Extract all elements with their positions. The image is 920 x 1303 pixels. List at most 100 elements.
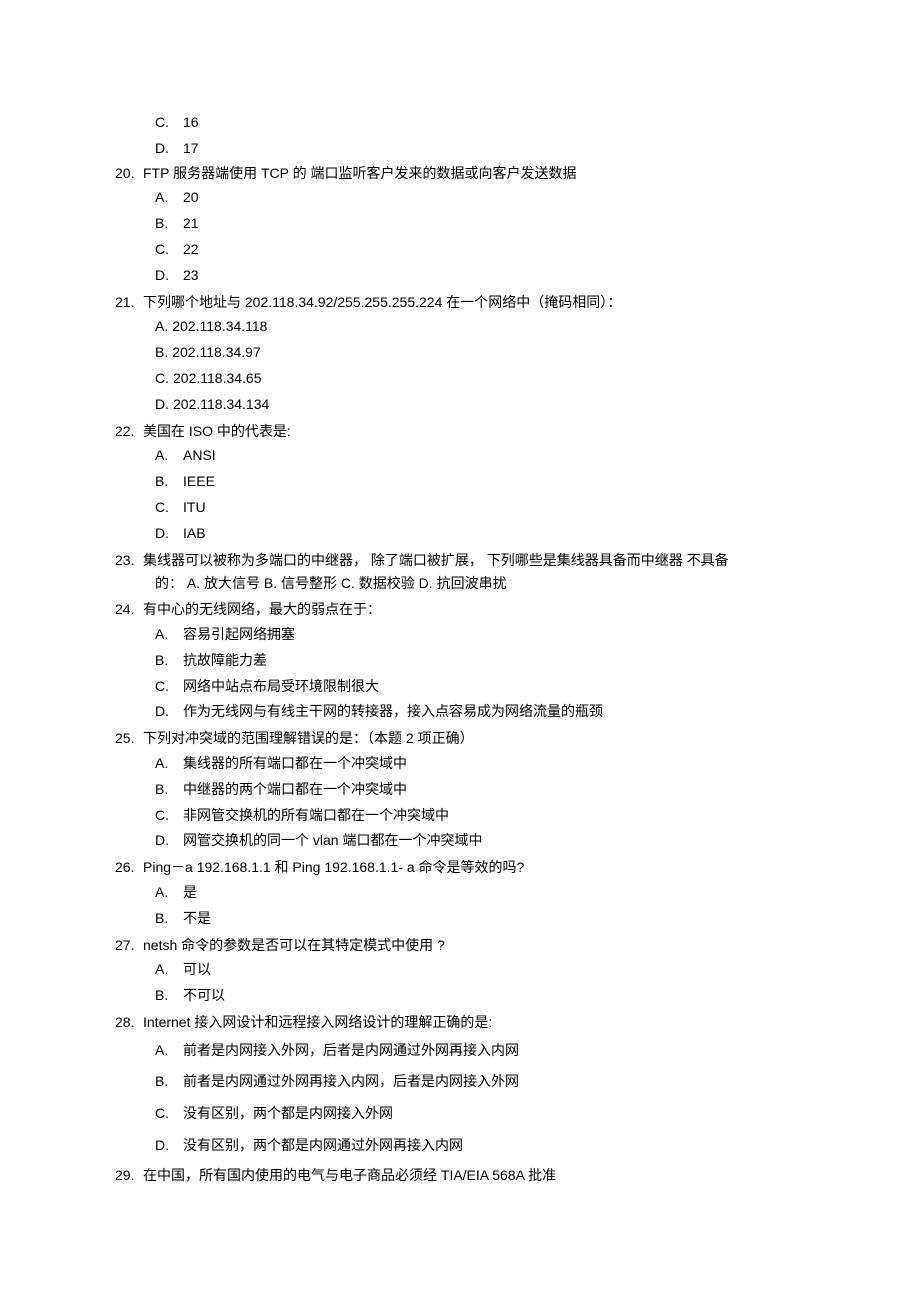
question-text: Ping－a 192.168.1.1 和 Ping 192.168.1.1- a…: [143, 856, 845, 880]
option: C.非网管交换机的所有端口都在一个冲突域中: [155, 803, 845, 829]
option-label: D.: [155, 264, 183, 288]
option-label: A.: [155, 186, 183, 210]
option: D.23: [155, 263, 845, 289]
option: B.前者是内网通过外网再接入内网，后者是内网接入外网: [155, 1066, 845, 1098]
option-label: A.: [155, 444, 183, 468]
option: D.网管交换机的同一个 vlan 端口都在一个冲突域中: [155, 828, 845, 854]
question-text: 有中心的无线网络，最大的弱点在于：: [143, 598, 845, 622]
option: B.不是: [155, 906, 845, 932]
option: C.没有区别，两个都是内网接入外网: [155, 1098, 845, 1130]
question: 22.美国在 ISO 中的代表是:A.ANSIB.IEEEC.ITUD.IAB: [115, 420, 845, 547]
option: D.17: [155, 136, 845, 162]
option-label: A.: [155, 623, 183, 647]
question: 27.netsh 命令的参数是否可以在其特定模式中使用 ?A.可以B.不可以: [115, 934, 845, 1009]
question-number: 27.: [115, 934, 143, 958]
option-text: 没有区别，两个都是内网通过外网再接入内网: [183, 1134, 845, 1158]
option-label: B.: [155, 341, 168, 365]
option: B.抗故障能力差: [155, 648, 845, 674]
option-text: 202.118.34.97: [172, 341, 845, 365]
options: A.20B.21C.22D.23: [115, 185, 845, 288]
question-line: 20.FTP 服务器端使用 TCP 的 端口监听客户发来的数据或向客户发送数据: [115, 162, 845, 186]
question-text: 美国在 ISO 中的代表是:: [143, 420, 845, 444]
question-line: 24.有中心的无线网络，最大的弱点在于：: [115, 598, 845, 622]
options: A.可以B.不可以: [115, 957, 845, 1009]
option-label: A.: [155, 1039, 183, 1063]
option-text: 集线器的所有端口都在一个冲突域中: [183, 752, 845, 776]
option-label: B.: [155, 212, 183, 236]
question-text: netsh 命令的参数是否可以在其特定模式中使用 ?: [143, 934, 845, 958]
option-label: A.: [155, 881, 183, 905]
option-label: D.: [155, 522, 183, 546]
question-text: 在中国，所有国内使用的电气与电子商品必须经 TIA/EIA 568A 批准: [143, 1164, 845, 1188]
option-label: A.: [155, 752, 183, 776]
question-line: 29.在中国，所有国内使用的电气与电子商品必须经 TIA/EIA 568A 批准: [115, 1164, 845, 1188]
option: D.没有区别，两个都是内网通过外网再接入内网: [155, 1130, 845, 1162]
question: 25.下列对冲突域的范围理解错误的是：（本题 2 项正确）A.集线器的所有端口都…: [115, 727, 845, 854]
option: A.集线器的所有端口都在一个冲突域中: [155, 751, 845, 777]
option-text: ITU: [183, 496, 845, 520]
option-text: 没有区别，两个都是内网接入外网: [183, 1102, 845, 1126]
question-line: 28.Internet 接入网设计和远程接入网络设计的理解正确的是:: [115, 1011, 845, 1035]
option: A.ANSI: [155, 443, 845, 469]
option: A.容易引起网络拥塞: [155, 622, 845, 648]
option: D.202.118.34.134: [155, 392, 845, 418]
question: 21.下列哪个地址与 202.118.34.92/255.255.255.224…: [115, 291, 845, 418]
option-label: B.: [155, 1070, 183, 1094]
question-number: 29.: [115, 1164, 143, 1188]
question-number: 24.: [115, 598, 143, 622]
option: B.21: [155, 211, 845, 237]
option: C.22: [155, 237, 845, 263]
option: C.ITU: [155, 495, 845, 521]
option-text: 抗故障能力差: [183, 649, 845, 673]
option-text: 中继器的两个端口都在一个冲突域中: [183, 778, 845, 802]
option-text: 网络中站点布局受环境限制很大: [183, 675, 845, 699]
option-label: B.: [155, 907, 183, 931]
option-text: 非网管交换机的所有端口都在一个冲突域中: [183, 804, 845, 828]
option-text: 可以: [183, 958, 845, 982]
option-label: B.: [155, 649, 183, 673]
option-text: 不是: [183, 907, 845, 931]
question-line: 21.下列哪个地址与 202.118.34.92/255.255.255.224…: [115, 291, 845, 315]
option: C.202.118.34.65: [155, 366, 845, 392]
question-number: 26.: [115, 856, 143, 880]
option-text: 21: [183, 212, 845, 236]
option-label: C.: [155, 111, 183, 135]
option-text: IAB: [183, 522, 845, 546]
option: A.202.118.34.118: [155, 314, 845, 340]
option-label: C.: [155, 238, 183, 262]
option-text: 容易引起网络拥塞: [183, 623, 845, 647]
option-text: 网管交换机的同一个 vlan 端口都在一个冲突域中: [183, 829, 845, 853]
options: A.容易引起网络拥塞B.抗故障能力差C.网络中站点布局受环境限制很大D.作为无线…: [115, 622, 845, 725]
question: 20.FTP 服务器端使用 TCP 的 端口监听客户发来的数据或向客户发送数据A…: [115, 162, 845, 289]
question-line: 22.美国在 ISO 中的代表是:: [115, 420, 845, 444]
option-text: 17: [183, 137, 845, 161]
option-label: B.: [155, 470, 183, 494]
option-text: 16: [183, 111, 845, 135]
option-label: D.: [155, 137, 183, 161]
question-text: Internet 接入网设计和远程接入网络设计的理解正确的是:: [143, 1011, 845, 1035]
option-text: 202.118.34.65: [173, 367, 845, 391]
options: A.前者是内网接入外网，后者是内网通过外网再接入内网B.前者是内网通过外网再接入…: [115, 1035, 845, 1162]
option-label: C.: [155, 496, 183, 520]
option-label: D.: [155, 829, 183, 853]
question: 23.集线器可以被称为多端口的中继器， 除了端口被扩展， 下列哪些是集线器具备而…: [115, 549, 845, 597]
option-text: 23: [183, 264, 845, 288]
question: 29.在中国，所有国内使用的电气与电子商品必须经 TIA/EIA 568A 批准: [115, 1164, 845, 1188]
option-text: 是: [183, 881, 845, 905]
option-label: C.: [155, 1102, 183, 1126]
option: B.中继器的两个端口都在一个冲突域中: [155, 777, 845, 803]
option: A.前者是内网接入外网，后者是内网通过外网再接入内网: [155, 1035, 845, 1067]
option-label: D.: [155, 1134, 183, 1158]
option-label: C.: [155, 367, 169, 391]
question-number: 23.: [115, 549, 143, 573]
option-label: D.: [155, 700, 183, 724]
option-text: 前者是内网通过外网再接入内网，后者是内网接入外网: [183, 1070, 845, 1094]
option: A.是: [155, 880, 845, 906]
option: C.16: [155, 110, 845, 136]
option: B.202.118.34.97: [155, 340, 845, 366]
question-number: 20.: [115, 162, 143, 186]
options: A.是B.不是: [115, 880, 845, 932]
question-line: 26.Ping－a 192.168.1.1 和 Ping 192.168.1.1…: [115, 856, 845, 880]
option: A.20: [155, 185, 845, 211]
option: A.可以: [155, 957, 845, 983]
